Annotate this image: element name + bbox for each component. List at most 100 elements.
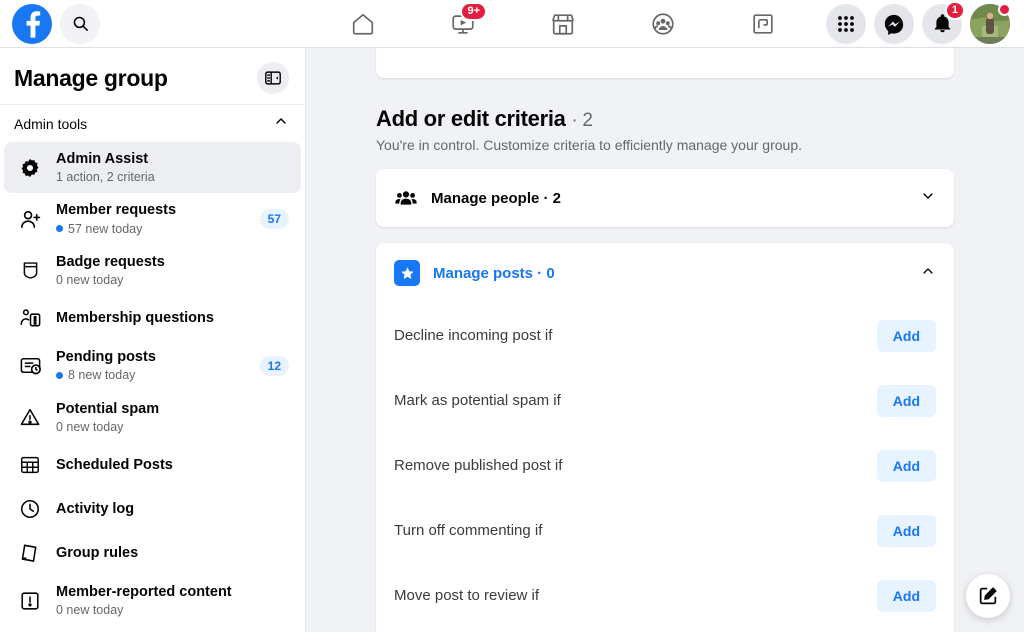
add-edit-criteria-header: Add or edit criteria · 2 You're in contr… bbox=[376, 106, 954, 153]
sidebar-item-text: Admin Assist1 action, 2 criteria bbox=[56, 150, 289, 185]
marketplace-tab[interactable] bbox=[539, 2, 587, 46]
new-activity-dot bbox=[56, 372, 63, 379]
sidebar-item-label: Admin Assist bbox=[56, 150, 289, 168]
sidebar-item-pending-posts[interactable]: Pending posts8 new today 12 bbox=[4, 340, 301, 391]
sidebar-item-subtitle: 8 new today bbox=[56, 367, 246, 383]
sidebar-item-count-badge: 57 bbox=[260, 209, 289, 229]
people-group-icon bbox=[394, 186, 418, 210]
exclamation-box-icon bbox=[18, 589, 42, 613]
sidebar-item-activity-log[interactable]: Activity log bbox=[4, 487, 301, 531]
member-request-icon bbox=[18, 207, 42, 231]
sidebar-item-text: Membership questions bbox=[56, 309, 289, 327]
sidebar-item-text: Scheduled Posts bbox=[56, 456, 289, 474]
criteria-row: Turn off commenting if Add bbox=[394, 498, 936, 563]
accordion-manage-people: Manage people · 2 bbox=[376, 169, 954, 227]
add-criteria-button[interactable]: Add bbox=[877, 515, 936, 547]
criteria-row: Remove published post if Add bbox=[394, 433, 936, 498]
section-title: Add or edit criteria · 2 bbox=[376, 106, 954, 132]
messenger-button[interactable] bbox=[874, 4, 914, 44]
search-button[interactable] bbox=[60, 4, 100, 44]
gaming-tab[interactable] bbox=[739, 2, 787, 46]
clock-icon bbox=[18, 497, 42, 521]
sidebar-item-label: Membership questions bbox=[56, 309, 289, 327]
accordion-body-manage-posts: Decline incoming post ifAddMark as poten… bbox=[376, 303, 954, 632]
manage-group-sidebar: Manage group Admin tools Admin Assist1 a… bbox=[0, 48, 306, 632]
nav-tabs: 9+ bbox=[300, 2, 826, 46]
book-icon bbox=[18, 541, 42, 565]
accordion-header-manage-people[interactable]: Manage people · 2 bbox=[376, 169, 954, 227]
main-content: How does it work? Add or edit criteria ·… bbox=[306, 48, 1024, 632]
avatar[interactable] bbox=[970, 4, 1010, 44]
add-criteria-button[interactable]: Add bbox=[877, 450, 936, 482]
sidebar-item-label: Pending posts bbox=[56, 348, 246, 366]
admin-tools-label: Admin tools bbox=[14, 116, 87, 132]
nav-right-group: 1 bbox=[826, 4, 1024, 44]
accordion-manage-posts: Manage posts · 0 Decline incoming post if… bbox=[376, 243, 954, 632]
sidebar-item-label: Member requests bbox=[56, 201, 246, 219]
sidebar-item-scheduled-posts[interactable]: Scheduled Posts bbox=[4, 443, 301, 487]
add-criteria-button[interactable]: Add bbox=[877, 320, 936, 352]
accordion-title: Manage posts · 0 bbox=[433, 265, 907, 282]
section-subtitle: You're in control. Customize criteria to… bbox=[376, 137, 954, 153]
sidebar-item-member-reported-content[interactable]: Member-reported content0 new today bbox=[4, 575, 301, 626]
notifications-button[interactable]: 1 bbox=[922, 4, 962, 44]
add-criteria-button[interactable]: Add bbox=[877, 385, 936, 417]
sidebar-item-membership-questions[interactable]: Membership questions bbox=[4, 296, 301, 340]
star-badge-icon bbox=[394, 260, 420, 286]
chevron-down-icon[interactable] bbox=[920, 188, 936, 209]
section-title-text: Add or edit criteria bbox=[376, 106, 566, 131]
avatar-status-dot bbox=[998, 3, 1011, 16]
sidebar-item-subtitle-text: 8 new today bbox=[68, 367, 135, 383]
criteria-row: Move post to review if Add bbox=[394, 563, 936, 628]
sidebar-item-label: Scheduled Posts bbox=[56, 456, 289, 474]
sidebar-item-subtitle-text: 0 new today bbox=[56, 272, 123, 288]
chevron-up-icon bbox=[273, 113, 289, 134]
nav-left-group bbox=[0, 4, 300, 44]
question-person-icon bbox=[18, 306, 42, 330]
sidebar-item-text: Member requests 57 new today bbox=[56, 201, 246, 236]
sidebar-item-subtitle: 0 new today bbox=[56, 272, 289, 288]
sidebar-item-potential-spam[interactable]: Potential spam0 new today bbox=[4, 392, 301, 443]
home-tab[interactable] bbox=[339, 2, 387, 46]
notifications-badge: 1 bbox=[945, 1, 965, 20]
video-tab[interactable]: 9+ bbox=[439, 2, 487, 46]
create-post-fab[interactable] bbox=[966, 574, 1010, 618]
sidebar-item-label: Group rules bbox=[56, 544, 289, 562]
sidebar-item-count-badge: 12 bbox=[260, 356, 289, 376]
accordion-header-manage-posts[interactable]: Manage posts · 0 bbox=[376, 243, 954, 303]
sidebar-item-admin-assist[interactable]: Admin Assist1 action, 2 criteria bbox=[4, 142, 301, 193]
sidebar-item-group-rules[interactable]: Group rules bbox=[4, 531, 301, 575]
chevron-up-icon[interactable] bbox=[920, 263, 936, 284]
criteria-label: Move post to review if bbox=[394, 587, 539, 604]
menu-grid-button[interactable] bbox=[826, 4, 866, 44]
criteria-label: Mark as potential spam if bbox=[394, 392, 561, 409]
panel-toggle-icon[interactable] bbox=[257, 62, 289, 94]
warning-icon bbox=[18, 405, 42, 429]
criteria-label: Turn off commenting if bbox=[394, 522, 542, 539]
sidebar-item-text: Member-reported content0 new today bbox=[56, 583, 289, 618]
sidebar-item-subtitle-text: 1 action, 2 criteria bbox=[56, 169, 155, 185]
sidebar-item-label: Activity log bbox=[56, 500, 289, 518]
groups-tab[interactable] bbox=[639, 2, 687, 46]
admin-tools-section-header[interactable]: Admin tools bbox=[0, 105, 305, 142]
add-criteria-button[interactable]: Add bbox=[877, 580, 936, 612]
sidebar-item-badge-requests[interactable]: Badge requests0 new today bbox=[4, 245, 301, 296]
badge-icon bbox=[18, 258, 42, 282]
section-criteria-count: · 2 bbox=[571, 110, 592, 131]
sidebar-item-text: Potential spam0 new today bbox=[56, 400, 289, 435]
sidebar-item-label: Badge requests bbox=[56, 253, 289, 271]
sidebar-item-subtitle: 0 new today bbox=[56, 602, 289, 618]
sidebar-item-text: Group rules bbox=[56, 544, 289, 562]
criteria-label: Decline incoming post if bbox=[394, 327, 552, 344]
sidebar-item-subtitle: 57 new today bbox=[56, 221, 246, 237]
sidebar-item-moderation-alerts[interactable]: Moderation alerts22 new today1000+ bbox=[4, 626, 301, 632]
calendar-grid-icon bbox=[18, 453, 42, 477]
facebook-logo[interactable] bbox=[12, 4, 52, 44]
sidebar-item-subtitle: 1 action, 2 criteria bbox=[56, 169, 289, 185]
criteria-row: Mark as potential spam if Add bbox=[394, 368, 936, 433]
criteria-label: Remove published post if bbox=[394, 457, 562, 474]
sidebar-header: Manage group bbox=[0, 48, 305, 105]
sidebar-item-member-requests[interactable]: Member requests 57 new today 57 bbox=[4, 193, 301, 244]
sidebar-item-subtitle-text: 57 new today bbox=[68, 221, 142, 237]
accordion-title: Manage people · 2 bbox=[431, 190, 907, 207]
